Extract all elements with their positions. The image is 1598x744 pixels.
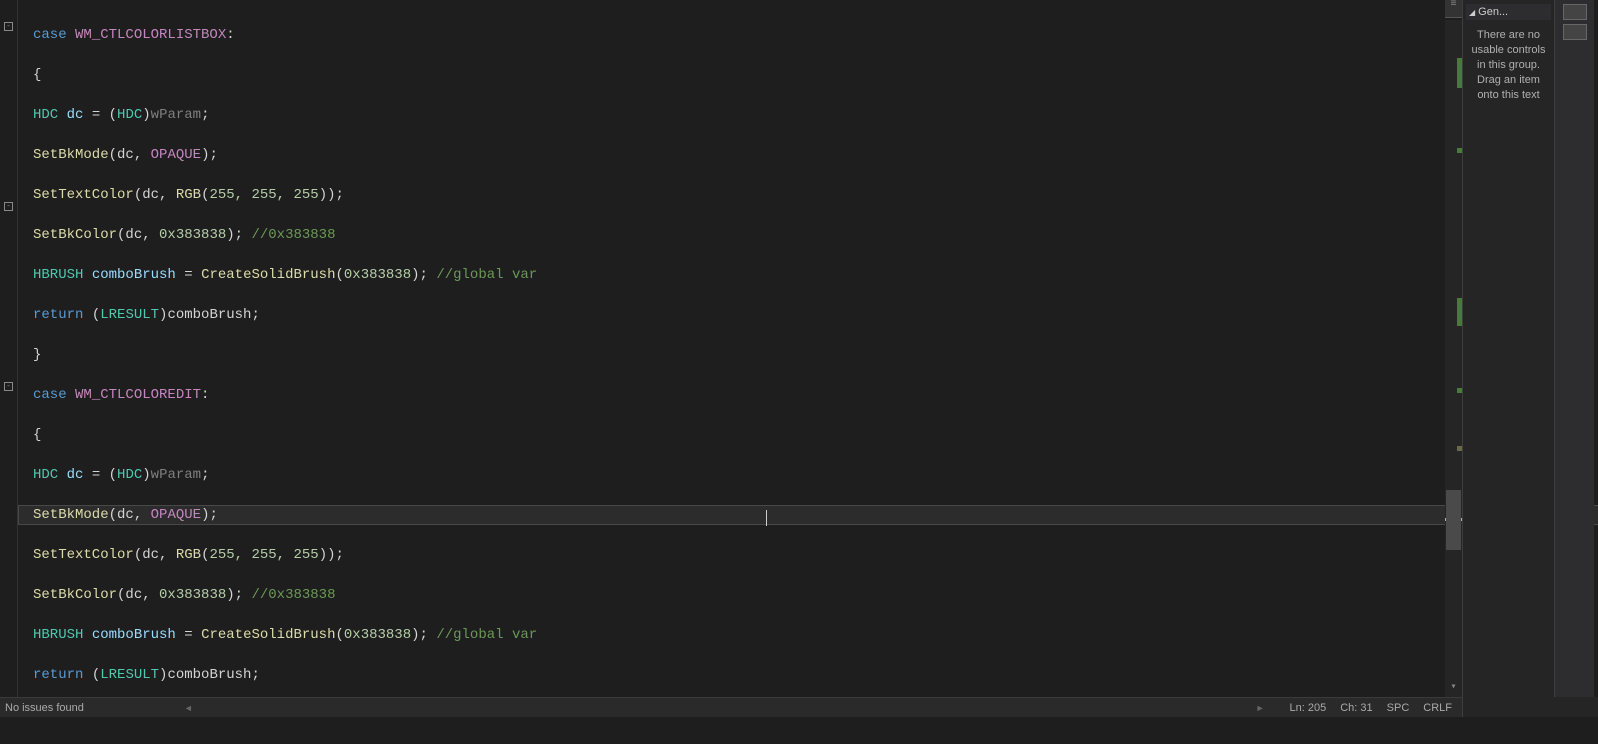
code-line[interactable]: case WM_CTLCOLOREDIT: [33, 385, 1598, 405]
code-line-current[interactable]: SetBkMode(dc, OPAQUE); [18, 505, 1598, 525]
code-line[interactable]: return (LRESULT)comboBrush; [33, 305, 1598, 325]
fold-marker-icon[interactable]: - [4, 202, 13, 211]
issues-status[interactable]: No issues found [5, 702, 84, 714]
line-ending-mode[interactable]: CRLF [1423, 702, 1452, 714]
scroll-down-icon[interactable]: ▾ [1445, 679, 1462, 696]
code-line[interactable]: case WM_CTLCOLORLISTBOX: [33, 25, 1598, 45]
fold-marker-icon[interactable]: - [4, 382, 13, 391]
side-icon-bar [1554, 0, 1594, 697]
overview-ruler[interactable] [1445, 18, 1462, 696]
nav-next-icon[interactable]: ► [1256, 703, 1265, 713]
toolbox-header[interactable]: ◢ Gen... [1466, 4, 1551, 20]
code-line[interactable]: return (LRESULT)comboBrush; [33, 665, 1598, 685]
column-indicator[interactable]: Ch: 31 [1340, 702, 1372, 714]
editor-container: - - - case WM_CTLCOLORLISTBOX: { HDC dc … [0, 0, 1598, 697]
whitespace-mode[interactable]: SPC [1387, 702, 1410, 714]
status-bar: No issues found ◄ ► Ln: 205 Ch: 31 SPC C… [0, 697, 1462, 717]
code-line[interactable]: HDC dc = (HDC)wParam; [33, 465, 1598, 485]
toolbox-empty-message: There are no usable controls in this gro… [1466, 20, 1551, 111]
toolbox-panel: ◢ Gen... There are no usable controls in… [1462, 0, 1554, 697]
collapse-icon: ◢ [1469, 8, 1475, 17]
bottom-strip [0, 717, 1598, 744]
scrollbar-thumb[interactable] [1446, 490, 1461, 550]
side-panel: ◢ Gen... There are no usable controls in… [1462, 0, 1598, 697]
toolbox-header-label: Gen... [1478, 6, 1508, 18]
code-gutter[interactable]: - - - [0, 0, 18, 697]
code-line[interactable]: HBRUSH comboBrush = CreateSolidBrush(0x3… [33, 265, 1598, 285]
status-right: Ln: 205 Ch: 31 SPC CRLF [1289, 702, 1462, 714]
nav-prev-icon[interactable]: ◄ [184, 703, 193, 713]
fold-marker-icon[interactable]: - [4, 22, 13, 31]
split-handle-icon[interactable]: ≡ [1445, 0, 1462, 18]
panel-icon[interactable] [1563, 24, 1587, 40]
code-line[interactable]: SetBkMode(dc, OPAQUE); [33, 145, 1598, 165]
code-line[interactable]: } [33, 345, 1598, 365]
line-indicator[interactable]: Ln: 205 [1289, 702, 1326, 714]
code-line[interactable]: HDC dc = (HDC)wParam; [33, 105, 1598, 125]
code-line[interactable]: { [33, 425, 1598, 445]
code-editor[interactable]: case WM_CTLCOLORLISTBOX: { HDC dc = (HDC… [18, 0, 1598, 697]
status-left: No issues found ◄ [0, 702, 1156, 714]
code-line[interactable]: { [33, 65, 1598, 85]
code-line[interactable]: HBRUSH comboBrush = CreateSolidBrush(0x3… [33, 625, 1598, 645]
code-line[interactable]: SetTextColor(dc, RGB(255, 255, 255)); [33, 185, 1598, 205]
code-line[interactable]: SetBkColor(dc, 0x383838); //0x383838 [33, 225, 1598, 245]
panel-icon[interactable] [1563, 4, 1587, 20]
code-line[interactable]: SetTextColor(dc, RGB(255, 255, 255)); [33, 545, 1598, 565]
text-cursor [766, 510, 767, 526]
code-line[interactable]: SetBkColor(dc, 0x383838); //0x383838 [33, 585, 1598, 605]
